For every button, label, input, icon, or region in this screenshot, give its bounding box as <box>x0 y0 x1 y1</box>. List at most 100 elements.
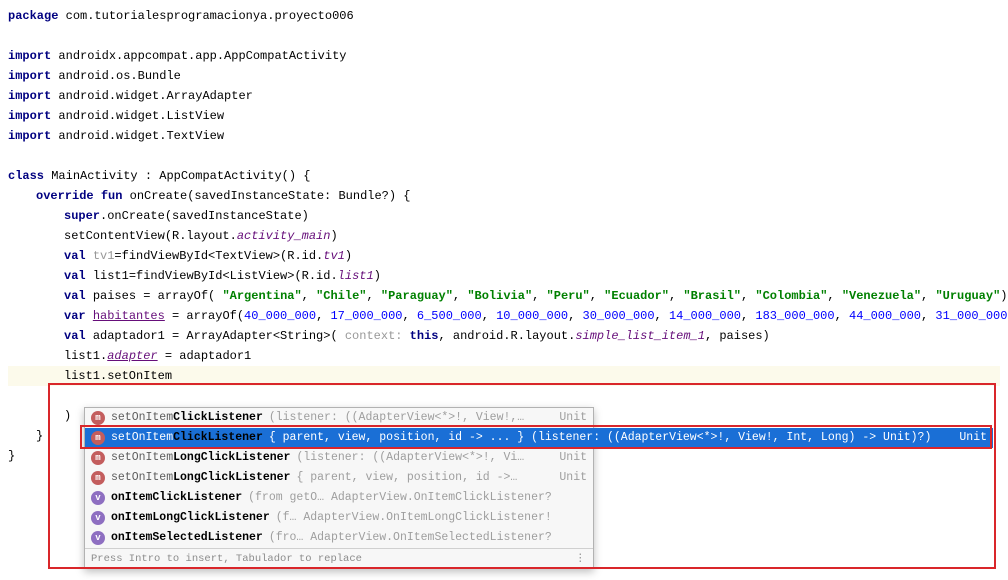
completion-signature: (fro… AdapterView.OnItemSelectedListener… <box>269 528 587 548</box>
import-0: androidx.appcompat.app.AppCompatActivity <box>58 49 346 63</box>
completion-name: setOnItemLongClickListener <box>111 448 290 468</box>
class-sig: : AppCompatActivity() { <box>138 169 311 183</box>
string-literal: "Uruguay" <box>935 289 1000 303</box>
string-literal: "Venezuela" <box>842 289 921 303</box>
variable-icon: v <box>91 491 105 505</box>
completion-name: setOnItemLongClickListener <box>111 468 290 488</box>
completion-return-type: Unit <box>551 408 587 428</box>
import-4: android.widget.TextView <box>58 129 224 143</box>
kw-val: val <box>64 249 86 263</box>
adaptador1-tail: , paises) <box>705 329 770 343</box>
number-literal: 183_000_000 <box>755 309 834 323</box>
kw-import: import <box>8 129 51 143</box>
string-literal: "Paraguay" <box>381 289 453 303</box>
completion-signature: { parent, view, position, id -> ... } (l… <box>269 428 946 448</box>
paren: ) <box>330 229 337 243</box>
completion-return-type: Unit <box>551 448 587 468</box>
list-item: simple_list_item_1 <box>575 329 705 343</box>
completion-return-type: Unit <box>551 468 587 488</box>
method-icon: m <box>91 451 105 465</box>
method-icon: m <box>91 471 105 485</box>
kw-package: package <box>8 9 58 23</box>
kw-fun: fun <box>101 189 123 203</box>
brace-close: } <box>8 449 15 463</box>
context-hint: context: <box>345 329 410 343</box>
completion-signature: (listener: ((AdapterView<*>!, View!,… <box>269 408 546 428</box>
class-name: MainActivity <box>51 169 137 183</box>
autocomplete-item[interactable]: v onItemClickListener (from getO… Adapter… <box>85 488 593 508</box>
string-literal: "Peru" <box>547 289 590 303</box>
completion-signature: { parent, view, position, id ->… <box>296 468 545 488</box>
completion-signature: (listener: ((AdapterView<*>!, Vi… <box>296 448 545 468</box>
code-editor[interactable]: package com.tutorialesprogramacionya.pro… <box>0 0 1008 472</box>
number-literal: 30_000_000 <box>583 309 655 323</box>
oncreate-sig: onCreate(savedInstanceState: Bundle?) { <box>130 189 411 203</box>
tv1-id: tv1 <box>323 249 345 263</box>
kw-this: this <box>410 329 439 343</box>
list1-ref: list1. <box>64 349 107 363</box>
string-literal: "Argentina" <box>222 289 301 303</box>
variable-icon: v <box>91 531 105 545</box>
number-literal: 31_000_000 <box>935 309 1007 323</box>
paren: ) <box>345 249 352 263</box>
brace-close: } <box>36 429 43 443</box>
habitantes-eq: = arrayOf( <box>165 309 244 323</box>
var-tv1: tv1 <box>93 249 115 263</box>
import-3: android.widget.ListView <box>58 109 224 123</box>
super-call: .onCreate(savedInstanceState) <box>100 209 309 223</box>
completion-return-type: Unit <box>951 428 987 448</box>
autocomplete-item[interactable]: m setOnItemClickListener { parent, view, … <box>85 428 993 448</box>
popup-footer: Press Intro to insert, Tabulador to repl… <box>85 548 593 568</box>
more-icon[interactable]: ⋮ <box>575 549 587 569</box>
popup-hint: Press Intro to insert, Tabulador to repl… <box>91 549 362 569</box>
completion-signature: (from getO… AdapterView.OnItemClickListe… <box>248 488 587 508</box>
kw-val: val <box>64 329 86 343</box>
completion-signature: (f… AdapterView.OnItemLongClickListener! <box>276 508 587 528</box>
kw-import: import <box>8 89 51 103</box>
kw-import: import <box>8 109 51 123</box>
method-icon: m <box>91 411 105 425</box>
number-literal: 10_000_000 <box>496 309 568 323</box>
number-literal: 40_000_000 <box>244 309 316 323</box>
string-literal: "Chile" <box>316 289 366 303</box>
list1-id: list1 <box>338 269 374 283</box>
string-literal: "Colombia" <box>755 289 827 303</box>
kw-var: var <box>64 309 86 323</box>
string-literal: "Ecuador" <box>604 289 669 303</box>
completion-name: onItemLongClickListener <box>111 508 270 528</box>
completion-name: setOnItemClickListener <box>111 408 263 428</box>
variable-icon: v <box>91 511 105 525</box>
adaptador1-rest: , android.R.layout. <box>438 329 575 343</box>
autocomplete-item[interactable]: m setOnItemLongClickListener (listener: ((… <box>85 448 593 468</box>
tv1-assign: =findViewById<TextView>(R.id. <box>114 249 323 263</box>
paises-line: val paises = arrayOf( "Argentina", "Chil… <box>8 286 1000 306</box>
kw-import: import <box>8 69 51 83</box>
autocomplete-item[interactable]: v onItemSelectedListener (fro… AdapterVie… <box>85 528 593 548</box>
completion-name: onItemClickListener <box>111 488 242 508</box>
completion-name: setOnItemClickListener <box>111 428 263 448</box>
adapter-prop: adapter <box>107 349 157 363</box>
kw-val: val <box>64 289 86 303</box>
autocomplete-item[interactable]: v onItemLongClickListener (f… AdapterView… <box>85 508 593 528</box>
autocomplete-popup[interactable]: m setOnItemClickListener (listener: ((Adap… <box>84 407 594 569</box>
var-paises: paises <box>93 289 136 303</box>
kw-override: override <box>36 189 94 203</box>
number-literal: 44_000_000 <box>849 309 921 323</box>
import-2: android.widget.ArrayAdapter <box>58 89 252 103</box>
habitantes-line: var habitantes = arrayOf(40_000_000, 17_… <box>8 306 1000 326</box>
adaptador1-eq: = ArrayAdapter<String>( <box>165 329 345 343</box>
kw-import: import <box>8 49 51 63</box>
adapter-assign: = adaptador1 <box>158 349 252 363</box>
var-habitantes: habitantes <box>93 309 165 323</box>
paises-eq: = arrayOf( <box>136 289 222 303</box>
list1-assign: =findViewById<ListView>(R.id. <box>129 269 338 283</box>
var-list1: list1 <box>93 269 129 283</box>
list1-seton: list1.setOnItem <box>64 369 172 383</box>
kw-val: val <box>64 269 86 283</box>
autocomplete-item[interactable]: m setOnItemLongClickListener { parent, vi… <box>85 468 593 488</box>
autocomplete-item[interactable]: m setOnItemClickListener (listener: ((Adap… <box>85 408 593 428</box>
package-name: com.tutorialesprogramacionya.proyecto006 <box>66 9 354 23</box>
string-literal: "Bolivia" <box>467 289 532 303</box>
method-icon: m <box>91 431 105 445</box>
completion-name: onItemSelectedListener <box>111 528 263 548</box>
